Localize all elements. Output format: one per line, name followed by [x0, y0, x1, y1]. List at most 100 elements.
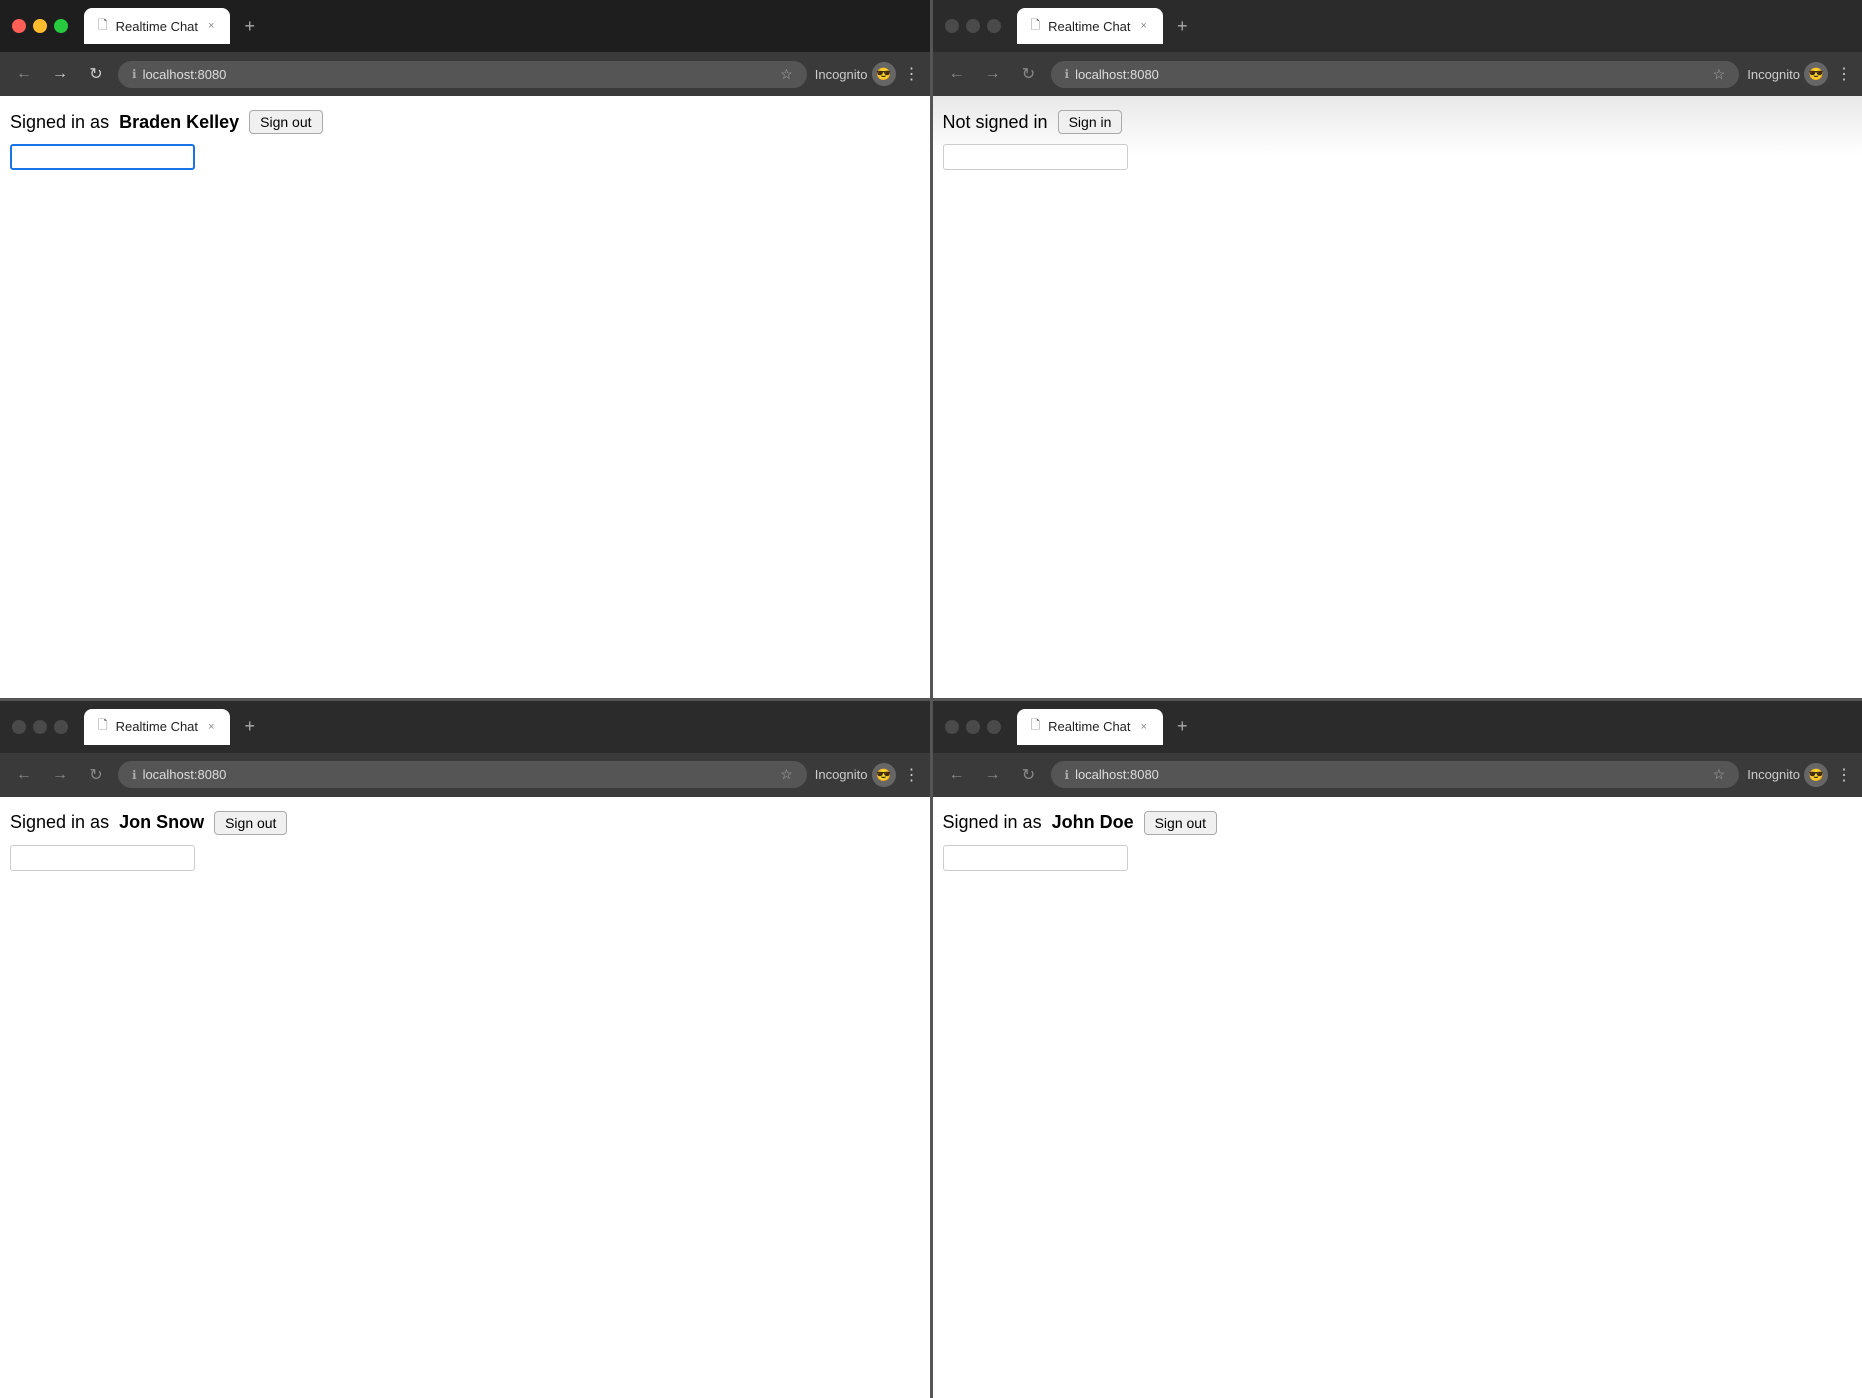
maximize-button-bottom-left[interactable]	[54, 720, 68, 734]
title-bar-bottom-left: 🗋 Realtime Chat × +	[0, 701, 930, 753]
back-button-top-left[interactable]: ←	[10, 60, 38, 88]
chat-input-top-left[interactable]	[10, 144, 195, 170]
reload-button-bottom-right[interactable]: ↻	[1015, 761, 1043, 789]
close-button-top-right[interactable]	[945, 19, 959, 33]
menu-button-top-right[interactable]: ⋮	[1836, 64, 1852, 84]
new-tab-button-top-right[interactable]: +	[1169, 12, 1196, 41]
incognito-badge-top-left: Incognito 😎	[815, 62, 896, 86]
star-icon-bottom-right[interactable]: ☆	[1713, 766, 1726, 783]
traffic-lights-top-right	[945, 19, 1001, 33]
tab-icon-bottom-left: 🗋	[98, 716, 108, 737]
star-icon-bottom-left[interactable]: ☆	[780, 766, 793, 783]
tab-icon-top-left: 🗋	[98, 16, 108, 37]
new-tab-button-bottom-right[interactable]: +	[1169, 712, 1196, 741]
tab-close-bottom-left[interactable]: ×	[206, 719, 216, 735]
maximize-button-top-left[interactable]	[54, 19, 68, 33]
username-top-left: Braden Kelley	[119, 112, 239, 133]
close-button-top-left[interactable]	[12, 19, 26, 33]
minimize-button-top-left[interactable]	[33, 19, 47, 33]
star-icon-top-right[interactable]: ☆	[1713, 66, 1726, 83]
title-bar-top-left: 🗋 Realtime Chat × +	[0, 0, 930, 52]
sign-out-button-top-left[interactable]: Sign out	[249, 110, 322, 134]
traffic-lights-top-left	[12, 19, 68, 33]
menu-button-top-left[interactable]: ⋮	[904, 64, 920, 84]
minimize-button-bottom-left[interactable]	[33, 720, 47, 734]
title-bar-bottom-right: 🗋 Realtime Chat × +	[933, 701, 1862, 753]
tab-area-top-left: 🗋 Realtime Chat × +	[84, 8, 918, 44]
incognito-badge-bottom-left: Incognito 😎	[815, 763, 896, 787]
tab-title-top-right: Realtime Chat	[1048, 19, 1130, 34]
back-button-bottom-right[interactable]: ←	[943, 761, 971, 789]
url-text-top-left: localhost:8080	[143, 67, 227, 82]
info-icon-bottom-right: ℹ	[1065, 768, 1070, 782]
chat-input-top-right[interactable]	[943, 144, 1128, 170]
new-tab-button-top-left[interactable]: +	[236, 12, 263, 41]
browser-window-bottom-right: 🗋 Realtime Chat × + ← → ↻ ℹ localhost:80…	[933, 701, 1862, 1398]
forward-button-top-right[interactable]: →	[979, 60, 1007, 88]
incognito-icon-bottom-left: 😎	[872, 763, 896, 787]
tab-title-bottom-left: Realtime Chat	[116, 719, 198, 734]
tab-area-bottom-right: 🗋 Realtime Chat × +	[1017, 709, 1851, 745]
minimize-button-bottom-right[interactable]	[966, 720, 980, 734]
minimize-button-top-right[interactable]	[966, 19, 980, 33]
forward-button-top-left[interactable]: →	[46, 60, 74, 88]
page-content-bottom-left: Signed in as Jon Snow Sign out	[0, 797, 930, 1398]
incognito-label-bottom-right: Incognito	[1747, 767, 1800, 782]
tab-top-left[interactable]: 🗋 Realtime Chat ×	[84, 8, 230, 44]
maximize-button-bottom-right[interactable]	[987, 720, 1001, 734]
sign-out-button-bottom-left[interactable]: Sign out	[214, 811, 287, 835]
url-text-bottom-right: localhost:8080	[1075, 767, 1159, 782]
incognito-badge-bottom-right: Incognito 😎	[1747, 763, 1828, 787]
new-tab-button-bottom-left[interactable]: +	[236, 712, 263, 741]
tab-bottom-left[interactable]: 🗋 Realtime Chat ×	[84, 709, 230, 745]
username-bottom-right: John Doe	[1052, 812, 1134, 833]
maximize-button-top-right[interactable]	[987, 19, 1001, 33]
username-bottom-left: Jon Snow	[119, 812, 204, 833]
chat-input-bottom-right[interactable]	[943, 845, 1128, 871]
tab-top-right[interactable]: 🗋 Realtime Chat ×	[1017, 8, 1163, 44]
url-text-bottom-left: localhost:8080	[143, 767, 227, 782]
browser-window-top-left: 🗋 Realtime Chat × + ← → ↻ ℹ localhost:80…	[0, 0, 930, 698]
close-button-bottom-left[interactable]	[12, 720, 26, 734]
page-content-top-right: Not signed in Sign in	[933, 96, 1862, 698]
info-icon-top-right: ℹ	[1065, 67, 1070, 81]
chat-input-bottom-left[interactable]	[10, 845, 195, 871]
page-header-top-left: Signed in as Braden Kelley Sign out	[10, 110, 920, 134]
tab-close-bottom-right[interactable]: ×	[1139, 719, 1149, 735]
traffic-lights-bottom-right	[945, 720, 1001, 734]
page-header-top-right: Not signed in Sign in	[943, 110, 1853, 134]
incognito-label-top-left: Incognito	[815, 67, 868, 82]
close-button-bottom-right[interactable]	[945, 720, 959, 734]
tab-bottom-right[interactable]: 🗋 Realtime Chat ×	[1017, 709, 1163, 745]
tab-area-top-right: 🗋 Realtime Chat × +	[1017, 8, 1851, 44]
tab-close-top-right[interactable]: ×	[1139, 18, 1149, 34]
back-button-top-right[interactable]: ←	[943, 60, 971, 88]
not-signed-in-text-top-right: Not signed in	[943, 112, 1048, 133]
star-icon-top-left[interactable]: ☆	[780, 66, 793, 83]
tab-icon-top-right: 🗋	[1031, 16, 1041, 37]
menu-button-bottom-right[interactable]: ⋮	[1836, 765, 1852, 785]
tab-close-top-left[interactable]: ×	[206, 18, 216, 34]
title-bar-top-right: 🗋 Realtime Chat × +	[933, 0, 1862, 52]
sign-in-button-top-right[interactable]: Sign in	[1058, 110, 1123, 134]
sign-out-button-bottom-right[interactable]: Sign out	[1144, 811, 1217, 835]
address-input-bottom-right[interactable]: ℹ localhost:8080 ☆	[1051, 761, 1740, 788]
browser-window-bottom-left: 🗋 Realtime Chat × + ← → ↻ ℹ localhost:80…	[0, 701, 930, 1398]
incognito-label-top-right: Incognito	[1747, 67, 1800, 82]
menu-button-bottom-left[interactable]: ⋮	[904, 765, 920, 785]
forward-button-bottom-left[interactable]: →	[46, 761, 74, 789]
address-input-top-right[interactable]: ℹ localhost:8080 ☆	[1051, 61, 1740, 88]
forward-button-bottom-right[interactable]: →	[979, 761, 1007, 789]
reload-button-top-right[interactable]: ↻	[1015, 60, 1043, 88]
reload-button-top-left[interactable]: ↻	[82, 60, 110, 88]
signed-in-text-top-left: Signed in as	[10, 112, 109, 133]
signed-in-text-bottom-right: Signed in as	[943, 812, 1042, 833]
back-button-bottom-left[interactable]: ←	[10, 761, 38, 789]
address-input-bottom-left[interactable]: ℹ localhost:8080 ☆	[118, 761, 807, 788]
address-bar-top-left: ← → ↻ ℹ localhost:8080 ☆ Incognito 😎 ⋮	[0, 52, 930, 96]
page-content-top-left: Signed in as Braden Kelley Sign out	[0, 96, 930, 698]
address-input-top-left[interactable]: ℹ localhost:8080 ☆	[118, 61, 807, 88]
traffic-lights-bottom-left	[12, 720, 68, 734]
reload-button-bottom-left[interactable]: ↻	[82, 761, 110, 789]
info-icon-top-left: ℹ	[132, 67, 137, 81]
